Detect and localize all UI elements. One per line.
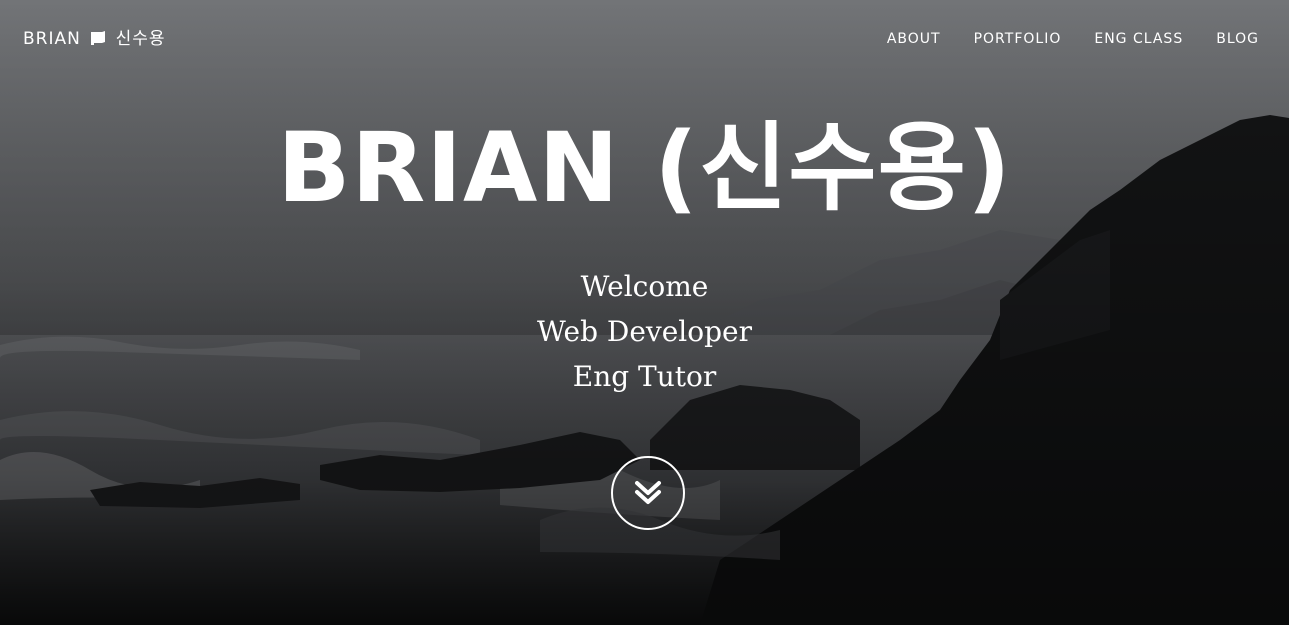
scroll-down-button[interactable] [611,456,685,530]
nav-menu: ABOUT PORTFOLIO ENG CLASS BLOG [854,30,1259,48]
nav-link-portfolio[interactable]: PORTFOLIO [941,30,1062,48]
brand-text-korean: 신수용 [115,29,166,49]
nav-link-blog[interactable]: BLOG [1183,30,1259,48]
background-landscape-image [0,0,1289,625]
hero-subtitle-web-developer: Web Developer [537,315,752,348]
double-chevron-down-icon [635,481,661,504]
hero-section: BRIAN 신수용 ABOUT PORTFOLIO ENG CLASS BLOG… [0,0,1289,625]
hero-subtitle-eng-tutor: Eng Tutor [572,360,717,393]
brand-logo-link[interactable]: BRIAN 신수용 [23,28,166,50]
top-navbar: BRIAN 신수용 ABOUT PORTFOLIO ENG CLASS BLOG [0,0,1289,78]
nav-link-eng-class[interactable]: ENG CLASS [1061,30,1183,48]
hero-subtitle-welcome: Welcome [580,270,709,303]
hero-title: BRIAN (신수용) [277,112,1012,224]
brand-text-latin: BRIAN [23,29,81,49]
nav-link-about[interactable]: ABOUT [854,30,941,48]
flag-icon [91,31,106,45]
